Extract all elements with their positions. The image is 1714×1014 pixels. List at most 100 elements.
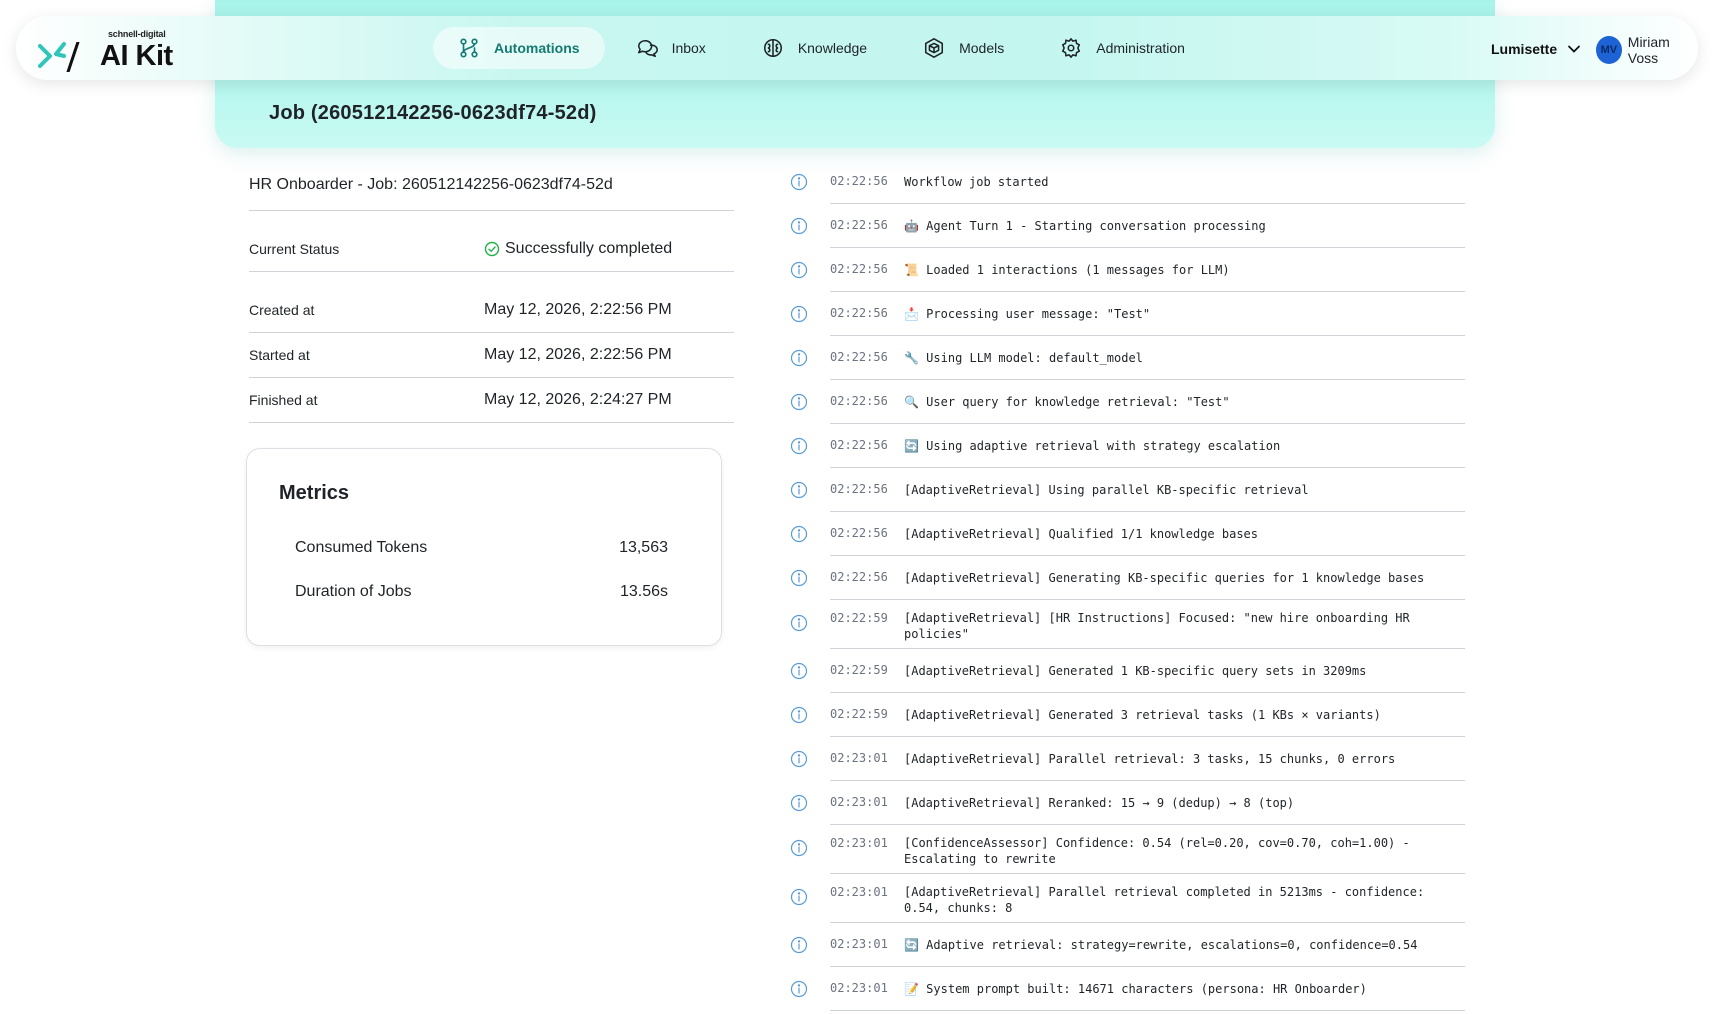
status-text: Successfully completed bbox=[505, 240, 673, 257]
log-time: 02:23:01 bbox=[830, 937, 888, 951]
log-message: [AdaptiveRetrieval] Generated 1 KB-speci… bbox=[904, 664, 1367, 678]
log-time: 02:22:56 bbox=[830, 570, 888, 584]
info-icon bbox=[790, 305, 808, 323]
log-message: [AdaptiveRetrieval] Parallel retrieval c… bbox=[904, 885, 1425, 915]
info-icon bbox=[790, 888, 808, 906]
log-message: 🔄 Using adaptive retrieval with strategy… bbox=[904, 439, 1281, 453]
log-row: 02:22:59 [AdaptiveRetrieval] Generated 1 … bbox=[790, 649, 1465, 693]
log-time: 02:23:01 bbox=[830, 751, 888, 765]
log-row: 02:22:59 [AdaptiveRetrieval] Generated 3 … bbox=[790, 693, 1465, 737]
log-row: 02:22:56 🤖 Agent Turn 1 - Starting conver… bbox=[790, 204, 1465, 248]
log-time: 02:23:01 bbox=[830, 981, 888, 995]
info-icon bbox=[790, 261, 808, 279]
log-row: 02:23:01 [AdaptiveRetrieval] Reranked: 15… bbox=[790, 781, 1465, 825]
nav-administration[interactable]: Administration bbox=[1035, 27, 1210, 69]
log-row: 02:22:56 Workflow job started bbox=[790, 160, 1465, 204]
metric-label: Consumed Tokens bbox=[295, 539, 428, 556]
info-icon bbox=[790, 706, 808, 724]
log-row: 02:23:01 🔄 Adaptive retrieval: strategy=r… bbox=[790, 923, 1465, 967]
log-message: [AdaptiveRetrieval] Using parallel KB-sp… bbox=[904, 483, 1309, 497]
user-menu[interactable]: MV Miriam Voss bbox=[1596, 34, 1698, 66]
log-row: 02:22:56 🔍 User query for knowledge retri… bbox=[790, 380, 1465, 424]
log-time: 02:22:56 bbox=[830, 350, 888, 364]
log-time: 02:22:59 bbox=[830, 611, 888, 625]
workflow-icon bbox=[460, 38, 478, 58]
detail-row-started: Started at May 12, 2026, 2:22:56 PM bbox=[249, 333, 734, 378]
detail-row-finished: Finished at May 12, 2026, 2:24:27 PM bbox=[249, 378, 734, 423]
log-time: 02:22:56 bbox=[830, 438, 888, 452]
log-row: 02:22:56 [AdaptiveRetrieval] Generating K… bbox=[790, 556, 1465, 600]
log-time: 02:22:56 bbox=[830, 394, 888, 408]
log-time: 02:23:01 bbox=[830, 836, 888, 850]
metric-value: 13.56s bbox=[619, 583, 668, 600]
main-nav: Automations Inbox Knowledge Models Admin… bbox=[433, 27, 1216, 69]
metric-label: Duration of Jobs bbox=[295, 583, 412, 600]
chat-icon bbox=[637, 39, 658, 58]
log-time: 02:22:59 bbox=[830, 707, 888, 721]
detail-value: May 12, 2026, 2:22:56 PM bbox=[484, 346, 672, 363]
log-row: 02:22:56 [AdaptiveRetrieval] Qualified 1/… bbox=[790, 512, 1465, 556]
log-time: 02:23:01 bbox=[830, 795, 888, 809]
log-row: 02:22:59 [AdaptiveRetrieval] [HR Instruct… bbox=[790, 600, 1465, 649]
log-message: [AdaptiveRetrieval] [HR Instructions] Fo… bbox=[904, 611, 1410, 641]
log-message: 🤖 Agent Turn 1 - Starting conversation p… bbox=[904, 219, 1266, 233]
nav-models-label: Models bbox=[959, 40, 1005, 56]
metrics-title: Metrics bbox=[279, 482, 350, 504]
log-row: 02:23:01 [ConfidenceAssessor] Confidence:… bbox=[790, 825, 1465, 874]
nav-administration-label: Administration bbox=[1096, 40, 1185, 56]
log-time: 02:22:56 bbox=[830, 526, 888, 540]
info-icon bbox=[790, 750, 808, 768]
log-message: 🔄 Adaptive retrieval: strategy=rewrite, … bbox=[904, 938, 1418, 952]
log-row: 02:22:56 🔧 Using LLM model: default_model bbox=[790, 336, 1465, 380]
info-icon bbox=[790, 936, 808, 954]
nav-inbox[interactable]: Inbox bbox=[611, 27, 731, 69]
detail-row-status: Current Status Successfully completed bbox=[249, 227, 734, 272]
log-time: 02:22:56 bbox=[830, 174, 888, 188]
nav-knowledge[interactable]: Knowledge bbox=[737, 27, 892, 69]
log-row: 02:22:56 📜 Loaded 1 interactions (1 messa… bbox=[790, 248, 1465, 292]
user-name: Miriam Voss bbox=[1627, 34, 1670, 66]
detail-label: Finished at bbox=[249, 392, 318, 408]
log-message: [AdaptiveRetrieval] Reranked: 15 → 9 (de… bbox=[904, 796, 1295, 810]
log-row: 02:22:56 [AdaptiveRetrieval] Using parall… bbox=[790, 468, 1465, 512]
nav-models[interactable]: Models bbox=[898, 27, 1029, 69]
status-badge: Successfully completed bbox=[484, 240, 672, 258]
log-message: 📝 System prompt built: 14671 characters … bbox=[904, 982, 1367, 996]
info-icon bbox=[790, 839, 808, 857]
brain-icon bbox=[763, 38, 782, 58]
nav-automations-label: Automations bbox=[494, 40, 580, 56]
info-icon bbox=[790, 349, 808, 367]
log-row: 02:23:01 📝 System prompt built: 14671 cha… bbox=[790, 967, 1465, 1011]
log-time: 02:22:56 bbox=[830, 262, 888, 276]
nav-automations[interactable]: Automations bbox=[433, 27, 605, 69]
log-message: [AdaptiveRetrieval] Qualified 1/1 knowle… bbox=[904, 527, 1259, 541]
log-row: 02:23:01 [AdaptiveRetrieval] Parallel ret… bbox=[790, 874, 1465, 923]
detail-label: Started at bbox=[249, 347, 310, 363]
brand-tagline: schnell-digital bbox=[108, 29, 166, 39]
log-time: 02:22:56 bbox=[830, 306, 888, 320]
info-icon bbox=[790, 569, 808, 587]
metric-row-tokens: Consumed Tokens 13,563 bbox=[295, 539, 668, 557]
nav-knowledge-label: Knowledge bbox=[797, 40, 868, 56]
log-message: 🔍 User query for knowledge retrieval: "T… bbox=[904, 395, 1230, 409]
log-time: 02:23:01 bbox=[830, 885, 888, 899]
info-icon bbox=[790, 794, 808, 812]
log-message: 🔧 Using LLM model: default_model bbox=[904, 351, 1143, 365]
org-switcher[interactable]: Lumisette bbox=[1491, 38, 1581, 60]
check-circle-icon bbox=[484, 241, 500, 257]
log-message: 📩 Processing user message: "Test" bbox=[904, 307, 1151, 321]
detail-value: May 12, 2026, 2:22:56 PM bbox=[484, 301, 672, 318]
info-icon bbox=[790, 437, 808, 455]
info-icon bbox=[790, 173, 808, 191]
info-icon bbox=[790, 662, 808, 680]
gear-icon bbox=[1062, 38, 1081, 58]
info-icon bbox=[790, 217, 808, 235]
brand-mark-icon bbox=[38, 42, 80, 72]
info-icon bbox=[790, 481, 808, 499]
detail-label: Created at bbox=[249, 302, 315, 318]
log-message: 📜 Loaded 1 interactions (1 messages for … bbox=[904, 263, 1230, 277]
brand-logo[interactable]: schnell-digital AI Kit bbox=[38, 28, 178, 72]
cube-icon bbox=[925, 38, 944, 58]
metrics-card: Metrics Consumed Tokens 13,563 Duration … bbox=[246, 448, 722, 646]
log-message: Workflow job started bbox=[904, 175, 1049, 189]
